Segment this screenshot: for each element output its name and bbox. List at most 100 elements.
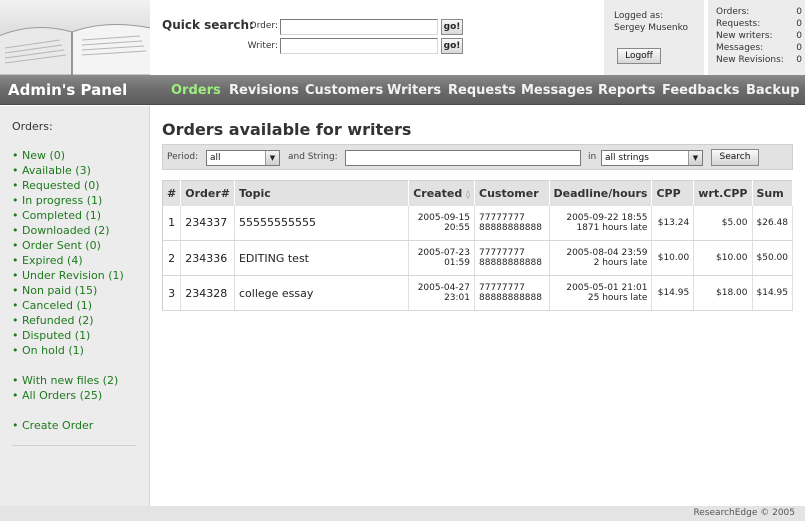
- sidebar-item[interactable]: • Canceled (1): [12, 299, 92, 312]
- chevron-down-icon: ▼: [688, 151, 702, 165]
- sidebar-item-label: Available (3): [22, 164, 91, 177]
- nav-customers[interactable]: Customers: [305, 83, 383, 98]
- bullet-icon: •: [12, 149, 19, 162]
- sidebar-item[interactable]: • On hold (1): [12, 344, 84, 357]
- cell-created: 2005-04-27 23:01: [408, 275, 475, 311]
- col-topic[interactable]: Topic: [234, 180, 410, 206]
- filter-bar: Period: all ▼ and String: in all strings…: [162, 144, 793, 170]
- bullet-icon: •: [12, 209, 19, 222]
- sidebar-item[interactable]: • In progress (1): [12, 194, 102, 207]
- bullet-icon: •: [12, 224, 19, 237]
- cell-topic[interactable]: college essay: [234, 275, 410, 311]
- sidebar-item[interactable]: • Order Sent (0): [12, 239, 101, 252]
- cell-wrt-cpp: $5.00: [693, 205, 753, 241]
- cell-num: 2: [162, 240, 182, 276]
- bullet-icon: •: [12, 389, 19, 402]
- sidebar-item[interactable]: • Under Revision (1): [12, 269, 124, 282]
- col-wrt-cpp[interactable]: wrt.CPP: [693, 180, 753, 206]
- stat-row: Orders: 0: [716, 7, 802, 19]
- customer-line-1: 77777777: [479, 248, 525, 258]
- stat-row: New Revisions: 0: [716, 55, 802, 67]
- cell-sum: $26.48: [752, 205, 793, 241]
- col-order[interactable]: Order#: [180, 180, 235, 206]
- cell-created: 2005-09-15 20:55: [408, 205, 475, 241]
- order-go-button[interactable]: go!: [441, 19, 463, 35]
- nav-backup[interactable]: Backup: [746, 83, 800, 98]
- sidebar-item-label: Expired (4): [22, 254, 83, 267]
- sidebar-item-label: In progress (1): [22, 194, 103, 207]
- sidebar-item[interactable]: • Disputed (1): [12, 329, 90, 342]
- customer-line-1: 77777777: [479, 212, 525, 223]
- cell-sum: $14.95: [752, 275, 793, 311]
- nav-orders[interactable]: Orders: [171, 83, 221, 98]
- nav-revisions[interactable]: Revisions: [229, 83, 299, 98]
- deadline-date: 2005-05-01 21:01: [566, 283, 648, 293]
- sidebar-item[interactable]: • Requested (0): [12, 179, 100, 192]
- nav-requests[interactable]: Requests: [448, 83, 516, 98]
- col-customer[interactable]: Customer: [474, 180, 550, 206]
- stat-row: New writers: 0: [716, 31, 802, 43]
- writer-go-button[interactable]: go!: [441, 38, 463, 54]
- sidebar-item-label: Canceled (1): [22, 299, 93, 312]
- sidebar: Orders: • New (0) • Available (3) • Reques…: [0, 106, 150, 506]
- nav-feedbacks[interactable]: Feedbacks: [662, 83, 739, 98]
- created-time: 01:59: [444, 258, 470, 268]
- string-input[interactable]: [345, 150, 581, 166]
- sidebar-item[interactable]: • Available (3): [12, 164, 91, 177]
- cell-wrt-cpp: $18.00: [693, 275, 753, 311]
- nav-reports[interactable]: Reports: [598, 83, 655, 98]
- cell-customer[interactable]: 77777777 88888888888: [474, 275, 550, 311]
- book-logo: [0, 0, 150, 75]
- nav-writers[interactable]: Writers: [387, 83, 441, 98]
- col-created-label: Created: [413, 186, 463, 200]
- sidebar-item[interactable]: • Completed (1): [12, 209, 101, 222]
- cell-topic[interactable]: 55555555555: [234, 205, 410, 241]
- sidebar-item[interactable]: • New (0): [12, 149, 65, 162]
- logoff-button[interactable]: Logoff: [617, 48, 661, 64]
- sidebar-item[interactable]: • Expired (4): [12, 254, 83, 267]
- table-header-row: # Order# Topic Created ◊ Customer Deadli…: [162, 180, 793, 206]
- main-navbar: Admin's Panel Orders Revisions Customers Wr…: [0, 75, 805, 105]
- stat-value: 0: [796, 55, 802, 65]
- cell-created: 2005-07-23 01:59: [408, 240, 475, 276]
- sidebar-create-order[interactable]: • Create Order: [12, 419, 93, 432]
- table-row[interactable]: 2 234336 EDITING test 2005-07-23 01:59 777777…: [162, 240, 793, 276]
- table-row[interactable]: 1 234337 55555555555 2005-09-15 20:55 7777777…: [162, 205, 793, 241]
- table-row[interactable]: 3 234328 college essay 2005-04-27 23:01 77777…: [162, 275, 793, 311]
- customer-line-1: 77777777: [479, 283, 525, 293]
- order-search-input[interactable]: [280, 19, 438, 35]
- cell-order[interactable]: 234337: [180, 205, 235, 241]
- search-button[interactable]: Search: [711, 149, 759, 166]
- cell-order[interactable]: 234328: [180, 275, 235, 311]
- in-select[interactable]: all strings ▼: [601, 150, 703, 166]
- stat-row: Requests: 0: [716, 19, 802, 31]
- sidebar-item[interactable]: • Non paid (15): [12, 284, 97, 297]
- panel-brand: Admin's Panel: [8, 81, 128, 99]
- cell-customer[interactable]: 77777777 88888888888: [474, 240, 550, 276]
- customer-line-2: 88888888888: [479, 293, 542, 303]
- sidebar-item-label: Disputed (1): [22, 329, 91, 342]
- col-deadline[interactable]: Deadline/hours: [549, 180, 653, 206]
- stats-box: Orders: 0 Requests: 0 New writers: 0 Messages:…: [708, 0, 805, 75]
- bullet-icon: •: [12, 299, 19, 312]
- col-created[interactable]: Created ◊: [408, 180, 475, 206]
- cell-order[interactable]: 234336: [180, 240, 235, 276]
- writer-search-input[interactable]: [280, 38, 438, 54]
- created-date: 2005-07-23: [417, 248, 470, 258]
- sidebar-item[interactable]: • All Orders (25): [12, 389, 102, 402]
- col-cpp[interactable]: CPP: [651, 180, 695, 206]
- sidebar-create-order-label: Create Order: [22, 419, 94, 432]
- bullet-icon: •: [12, 329, 19, 342]
- sidebar-item[interactable]: • Downloaded (2): [12, 224, 110, 237]
- bullet-icon: •: [12, 239, 19, 252]
- cell-topic[interactable]: EDITING test: [234, 240, 410, 276]
- cell-customer[interactable]: 77777777 88888888888: [474, 205, 550, 241]
- col-sum[interactable]: Sum: [752, 180, 793, 206]
- stat-label: Orders:: [716, 7, 750, 17]
- sidebar-item[interactable]: • Refunded (2): [12, 314, 94, 327]
- deadline-hours: 1871 hours late: [576, 222, 648, 233]
- string-label: and String:: [288, 152, 338, 162]
- period-select[interactable]: all ▼: [206, 150, 280, 166]
- nav-messages[interactable]: Messages: [521, 83, 593, 98]
- sidebar-item[interactable]: • With new files (2): [12, 374, 118, 387]
